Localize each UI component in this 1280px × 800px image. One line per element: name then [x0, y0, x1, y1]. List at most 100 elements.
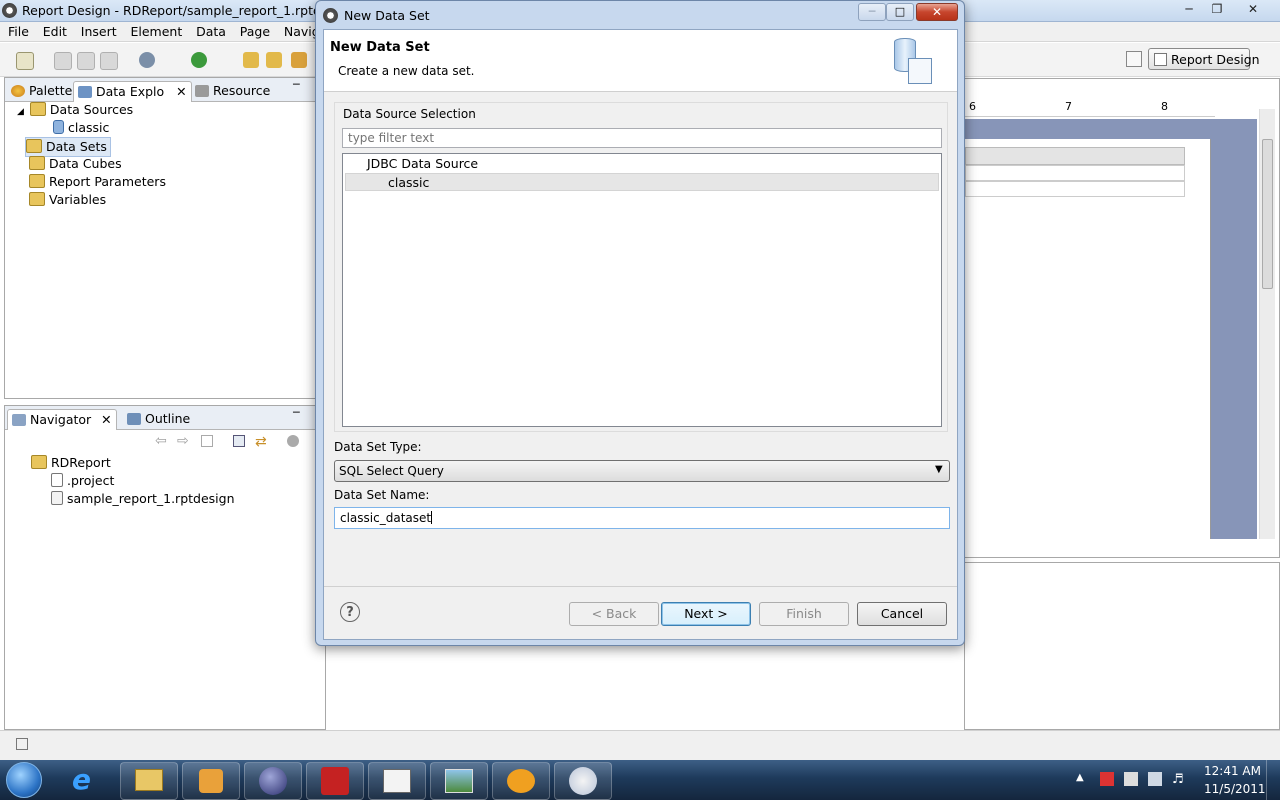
taskbar-explorer-icon[interactable]: [120, 762, 178, 800]
run-icon[interactable]: [191, 52, 207, 68]
clock-date[interactable]: 11/5/2011: [1204, 782, 1266, 796]
resource-icon: [195, 85, 209, 97]
perspective-report-design[interactable]: Report Design: [1148, 48, 1260, 70]
taskbar-messenger-icon[interactable]: [492, 762, 550, 800]
vertical-scrollbar[interactable]: [1259, 109, 1275, 539]
taskbar-acrobat-icon[interactable]: [306, 762, 364, 800]
collapse-arrow-icon[interactable]: ◢: [17, 107, 24, 117]
data-explorer-tabstrip: Palette Data Explo ✕ Resource ─: [5, 78, 325, 102]
tree-selected-classic[interactable]: classic: [345, 173, 939, 191]
table-header-row[interactable]: [965, 147, 1185, 165]
menu-edit[interactable]: Edit: [43, 22, 67, 39]
minimize-view-icon[interactable]: ─: [293, 78, 300, 91]
data-set-type-select[interactable]: SQL Select Query ▼: [334, 460, 950, 482]
close-tab-icon[interactable]: ✕: [176, 84, 186, 99]
action-center-icon[interactable]: [1100, 772, 1114, 786]
close-icon[interactable]: ✕: [1236, 0, 1270, 20]
tab-resource[interactable]: Resource: [191, 81, 274, 101]
dialog-body: New Data Set Create a new data set. Data…: [323, 29, 958, 640]
main-window-title: Report Design - RDReport/sample_report_1…: [22, 3, 355, 18]
collapse-all-icon[interactable]: [233, 435, 245, 447]
navigator-tabstrip: Navigator ✕ Outline ─: [5, 406, 325, 430]
cancel-button[interactable]: Cancel: [857, 602, 947, 626]
finish-button[interactable]: Finish: [759, 602, 849, 626]
taskbar-eclipse-icon[interactable]: [244, 762, 302, 800]
tree-data-source-classic[interactable]: classic: [53, 119, 109, 137]
taskbar-picture-viewer-icon[interactable]: [430, 762, 488, 800]
menu-element[interactable]: Element: [130, 22, 182, 39]
link-editor-icon[interactable]: ⇄: [255, 434, 267, 450]
start-button-icon[interactable]: [6, 762, 42, 798]
open-perspective-icon[interactable]: [1126, 51, 1142, 67]
properties-panel: [964, 562, 1280, 730]
report-page: [965, 139, 1211, 539]
tab-data-explorer[interactable]: Data Explo ✕: [73, 81, 192, 102]
variables-folder-icon: [29, 192, 45, 206]
tree-data-sets[interactable]: Data Sets: [25, 137, 111, 157]
windows-taskbar: e ▲ ♬ 12:41 AM 11/5/2011: [0, 760, 1280, 800]
save-all-icon[interactable]: [77, 52, 95, 70]
tree-data-cubes[interactable]: Data Cubes: [29, 155, 122, 173]
tree-data-sources[interactable]: ◢ Data Sources: [17, 101, 133, 119]
fast-view-icon[interactable]: [16, 738, 28, 750]
dialog-minimize-icon[interactable]: ─: [858, 3, 886, 21]
save-icon[interactable]: [54, 52, 72, 70]
taskbar-media-player-icon[interactable]: [182, 762, 240, 800]
volume-icon[interactable]: ♬: [1172, 772, 1184, 787]
internet-explorer-icon[interactable]: e: [72, 766, 102, 794]
menu-data[interactable]: Data: [196, 22, 226, 39]
eclipse-app-icon: [2, 3, 17, 18]
up-icon[interactable]: [201, 435, 213, 447]
restore-icon[interactable]: ❐: [1200, 0, 1234, 20]
table-footer-row[interactable]: [965, 181, 1185, 197]
show-desktop-button[interactable]: [1266, 760, 1280, 800]
tree-report-parameters[interactable]: Report Parameters: [29, 173, 166, 191]
data-explorer-panel: Palette Data Explo ✕ Resource ─ ◢ Data So…: [4, 77, 326, 399]
data-set-name-input[interactable]: classic_dataset: [334, 507, 950, 529]
preview-icon[interactable]: [139, 52, 155, 68]
tab-navigator[interactable]: Navigator ✕: [7, 409, 117, 430]
menu-insert[interactable]: Insert: [81, 22, 117, 39]
next-button[interactable]: Next >: [661, 602, 751, 626]
dialog-maximize-icon[interactable]: □: [886, 3, 914, 21]
device-icon[interactable]: [1124, 772, 1138, 786]
tree-file-project[interactable]: .project: [51, 472, 114, 490]
forward-arrow-icon[interactable]: ⇨: [177, 433, 189, 449]
chevron-down-icon: ▼: [935, 464, 943, 475]
dialog-close-icon[interactable]: ✕: [916, 3, 958, 21]
help-icon[interactable]: ?: [340, 602, 360, 622]
folder-icon[interactable]: [266, 52, 282, 68]
scrollbar-thumb[interactable]: [1262, 139, 1273, 289]
palette-icon: [11, 85, 25, 97]
pin-icon[interactable]: [291, 52, 307, 68]
report-file-icon: [51, 491, 63, 505]
taskbar-paint-icon[interactable]: [554, 762, 612, 800]
back-arrow-icon[interactable]: ⇦: [155, 433, 167, 449]
tab-palette[interactable]: Palette: [7, 81, 76, 101]
tree-variables[interactable]: Variables: [29, 191, 106, 209]
tree-file-rptdesign[interactable]: sample_report_1.rptdesign: [51, 490, 235, 508]
tree-jdbc-data-source[interactable]: JDBC Data Source: [367, 155, 478, 173]
new-icon[interactable]: [16, 52, 34, 70]
menu-page[interactable]: Page: [240, 22, 270, 39]
filter-input[interactable]: [342, 128, 942, 148]
close-tab-icon[interactable]: ✕: [101, 412, 111, 427]
show-hidden-icons-icon[interactable]: ▲: [1076, 772, 1084, 783]
report-editor: 6 7 8: [964, 78, 1280, 558]
dialog-title: New Data Set: [344, 8, 430, 23]
print-icon[interactable]: [100, 52, 118, 70]
taskbar-window-icon[interactable]: [368, 762, 426, 800]
tree-project-rdreport[interactable]: RDReport: [31, 454, 111, 472]
view-menu-icon[interactable]: [287, 435, 299, 447]
back-button[interactable]: < Back: [569, 602, 659, 626]
table-detail-row[interactable]: [965, 165, 1185, 181]
open-folder-icon[interactable]: [243, 52, 259, 68]
clock-time[interactable]: 12:41 AM: [1204, 764, 1261, 778]
minimize-view-icon[interactable]: ─: [293, 406, 300, 419]
tab-outline[interactable]: Outline: [123, 409, 194, 429]
data-set-type-label: Data Set Type:: [334, 440, 422, 454]
status-bar: [0, 730, 1280, 760]
network-icon[interactable]: [1148, 772, 1162, 786]
data-set-wizard-icon: [890, 38, 934, 86]
menu-file[interactable]: File: [8, 22, 29, 39]
